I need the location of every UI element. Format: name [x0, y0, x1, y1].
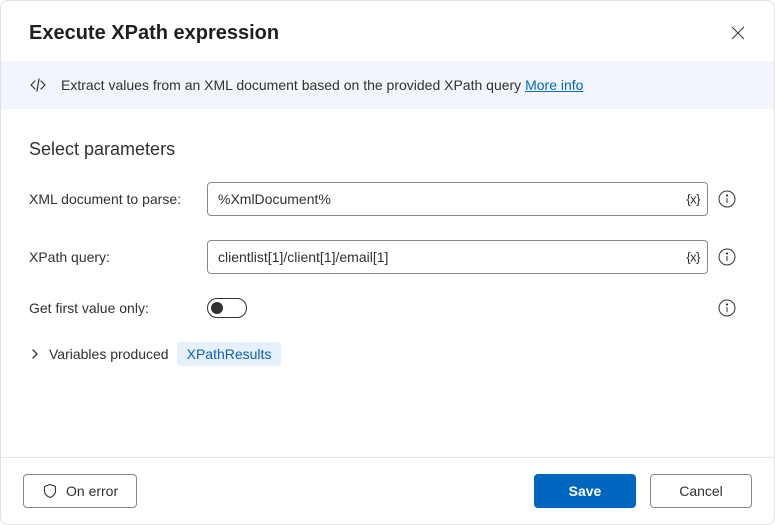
dialog-footer: On error Save Cancel: [1, 457, 774, 524]
xpath-query-label: XPath query:: [29, 249, 207, 265]
dialog-title: Execute XPath expression: [29, 22, 279, 45]
xpath-query-input-wrap: {x}: [207, 240, 708, 274]
close-button[interactable]: [724, 19, 752, 47]
info-banner: Extract values from an XML document base…: [1, 61, 774, 109]
chevron-right-icon[interactable]: [29, 348, 41, 360]
first-value-row: Get first value only:: [29, 298, 746, 318]
on-error-label: On error: [66, 483, 118, 499]
first-value-toggle-wrap: [207, 298, 708, 318]
cancel-label: Cancel: [679, 483, 723, 499]
variable-picker-icon[interactable]: {x}: [686, 192, 700, 207]
banner-text: Extract values from an XML document base…: [61, 77, 525, 93]
info-icon[interactable]: [718, 299, 736, 317]
info-icon[interactable]: [718, 248, 736, 266]
save-label: Save: [569, 483, 602, 499]
first-value-info-wrap: [708, 299, 746, 317]
save-button[interactable]: Save: [534, 474, 636, 508]
xml-document-label: XML document to parse:: [29, 191, 207, 207]
xpath-query-row: XPath query: {x}: [29, 240, 746, 274]
banner-description: Extract values from an XML document base…: [61, 77, 583, 93]
first-value-toggle[interactable]: [207, 298, 247, 318]
more-info-link[interactable]: More info: [525, 77, 583, 93]
shield-icon: [42, 483, 58, 499]
info-icon[interactable]: [718, 190, 736, 208]
close-icon: [730, 25, 746, 41]
on-error-button[interactable]: On error: [23, 474, 137, 508]
first-value-label: Get first value only:: [29, 300, 207, 316]
xpath-query-info-wrap: [708, 248, 746, 266]
variable-picker-icon[interactable]: {x}: [686, 250, 700, 265]
content-area: Select parameters XML document to parse:…: [1, 109, 774, 457]
xml-document-row: XML document to parse: {x}: [29, 182, 746, 216]
variables-produced-row: Variables produced XPathResults: [29, 342, 746, 366]
dialog-header: Execute XPath expression: [1, 1, 774, 61]
xml-document-input-wrap: {x}: [207, 182, 708, 216]
variable-badge[interactable]: XPathResults: [177, 342, 282, 366]
variables-produced-label[interactable]: Variables produced: [49, 346, 169, 362]
code-icon: [29, 76, 47, 94]
toggle-thumb: [211, 302, 223, 314]
footer-right: Save Cancel: [534, 474, 752, 508]
section-title: Select parameters: [29, 139, 746, 160]
xml-document-input[interactable]: [207, 182, 708, 216]
xpath-query-input[interactable]: [207, 240, 708, 274]
xml-document-info-wrap: [708, 190, 746, 208]
cancel-button[interactable]: Cancel: [650, 474, 752, 508]
dialog-container: Execute XPath expression Extract values …: [0, 0, 775, 525]
